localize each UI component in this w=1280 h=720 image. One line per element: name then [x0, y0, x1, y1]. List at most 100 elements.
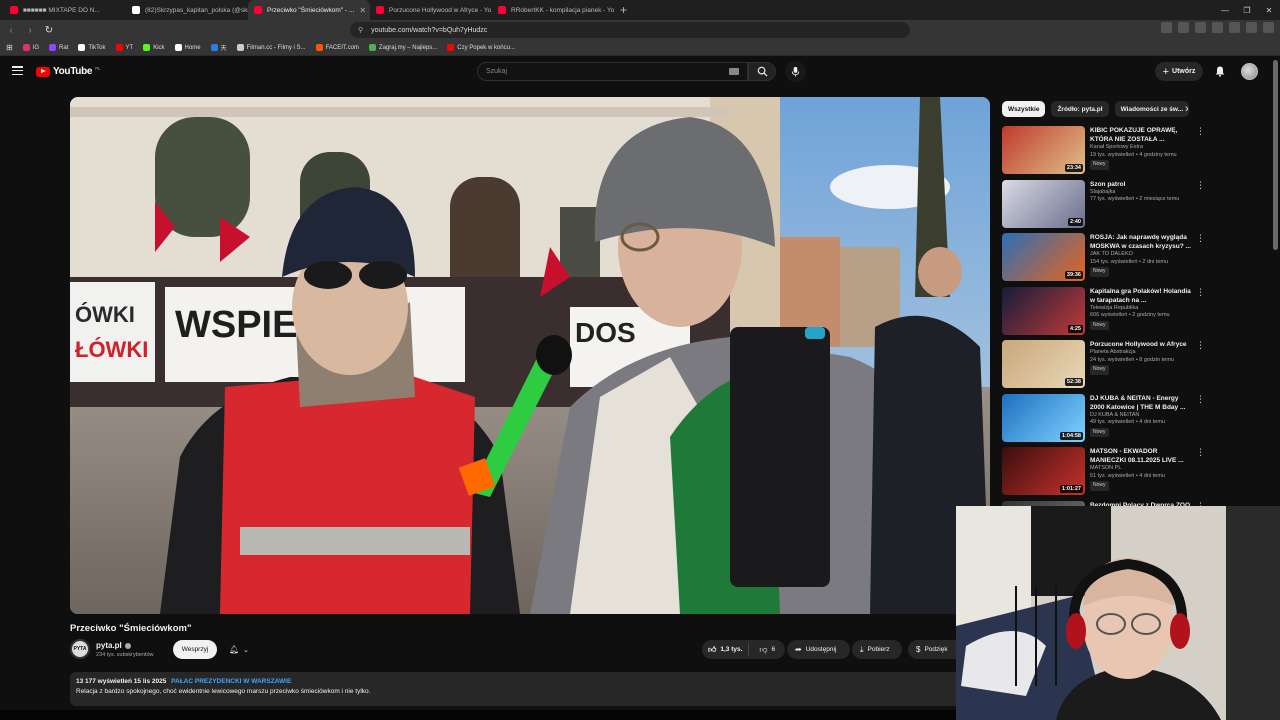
browser-tab[interactable]: ■■■■■■ MIXTAPE DO N... [4, 0, 126, 20]
recommended-meta: 49 tys. wyświetleń • 4 dni temu [1090, 419, 1165, 425]
maximize-icon[interactable]: ❐ [1236, 0, 1258, 20]
browser-tab[interactable]: (82)Skrzypas_kapitan_polska (@skrzy... [126, 0, 248, 20]
description-box[interactable]: 13 177 wyświetleń 15 lis 2025 PAŁAC PREZ… [70, 672, 970, 706]
video-thumbnail[interactable]: 1:01:27 [1002, 447, 1085, 495]
video-thumbnail[interactable]: 4:25 [1002, 286, 1085, 335]
browser-tab[interactable]: RRobertKK - kompilacja pianek - Yo... [492, 0, 614, 20]
video-thumbnail[interactable]: 1:04:58 [1002, 393, 1085, 442]
extension-icon[interactable] [1212, 22, 1223, 33]
account-avatar[interactable] [1241, 63, 1258, 80]
bookmark-favicon-icon [78, 44, 86, 51]
bookmark-favicon-icon [115, 44, 123, 51]
close-tab-icon[interactable]: ✕ [359, 6, 366, 15]
recommended-channel[interactable]: Telewizja Republika [1090, 305, 1194, 313]
recommended-channel[interactable]: Slajabajka [1090, 189, 1194, 197]
bookmarks-bar: ⊞ IG Rat TikTok YT Kick Home 天 Filman.cc - Film… [0, 40, 1280, 56]
chevron-right-icon[interactable]: › [1185, 103, 1189, 115]
search-input[interactable]: Szukaj [477, 62, 748, 81]
back-icon[interactable]: ‹ [3, 22, 19, 38]
new-tab-icon[interactable]: + [614, 3, 633, 17]
forward-icon[interactable]: › [22, 22, 38, 38]
video-duration: 2:40 [1067, 217, 1083, 226]
subscription-notifications-button[interactable]: 🔔︎ ⌄ [223, 640, 255, 659]
bookmark-item[interactable]: YT [115, 44, 133, 51]
recommended-channel[interactable]: Kanał Sportowy Extra [1090, 144, 1194, 152]
recommended-video[interactable]: 23:34 KIBIC POKAZUJE OPRAWĘ, KTÓRA NIE ZO… [1002, 126, 1205, 176]
recommended-channel[interactable]: Planeta Abstrakcja [1090, 349, 1194, 357]
bookmark-label: Czy Popek w końcu... [457, 44, 515, 51]
bookmark-label: Rat [59, 44, 69, 51]
webcam-feed-illustration [956, 506, 1280, 720]
video-thumbnail[interactable]: 23:34 [1002, 126, 1085, 174]
browser-tab[interactable]: Porzucone Hollywood w Afryce - Yo... [370, 0, 492, 20]
download-button[interactable]: ⤓ Pobierz [852, 640, 902, 659]
tab-favicon-icon [498, 6, 506, 14]
bookmark-item[interactable]: TikTok [78, 44, 106, 51]
bookmark-item[interactable]: IG [22, 44, 39, 51]
support-button[interactable]: Wesprzyj [173, 640, 217, 659]
more-options-icon[interactable]: ⋮ [1196, 447, 1205, 458]
bookmark-item[interactable]: Home [174, 44, 201, 51]
video-thumbnail[interactable]: 39:36 [1002, 233, 1085, 281]
more-options-icon[interactable]: ⋮ [1196, 180, 1205, 191]
bookmark-item[interactable]: Filman.cc - Filmy i S... [236, 44, 306, 51]
recommended-video[interactable]: 4:25 Kapitalna gra Polaków! Holandia w ta… [1002, 286, 1205, 337]
recommended-channel[interactable]: JAK TO DALEKO [1090, 251, 1194, 259]
bookmark-item[interactable]: FACEIT.com [315, 44, 359, 51]
like-dislike-group: 👍︎ 1,3 tys. 👎︎ 6 [702, 640, 785, 659]
apps-grid-icon[interactable]: ⊞ [6, 43, 13, 52]
recommended-video[interactable]: 1:04:58 DJ KUBA & NEITAN - Energy 2000 Ka… [1002, 393, 1205, 444]
video-thumbnail[interactable]: 2:40 [1002, 179, 1085, 228]
more-options-icon[interactable]: ⋮ [1196, 233, 1205, 244]
tab-favicon-icon [254, 6, 262, 14]
recommended-channel[interactable]: DJ KUBA & NEITAN [1090, 412, 1194, 420]
extension-icon[interactable] [1195, 22, 1206, 33]
search-icon [757, 66, 768, 77]
recommended-video[interactable]: 52:38 Porzucone Hollywood w Afryce Planeta… [1002, 340, 1205, 390]
extension-icon[interactable] [1246, 22, 1257, 33]
recommended-video[interactable]: 2:40 Szon patrol Slajabajka 77 tys. wyświet… [1002, 179, 1205, 230]
extension-icon[interactable] [1229, 22, 1240, 33]
like-button[interactable]: 👍︎ 1,3 tys. [702, 643, 750, 656]
voice-search-button[interactable] [785, 61, 806, 82]
keyboard-icon[interactable] [729, 68, 739, 75]
extension-icon[interactable] [1161, 22, 1172, 33]
browser-menu-icon[interactable] [1263, 22, 1274, 33]
channel-name-link[interactable]: pyta.pl [96, 641, 131, 650]
bookmark-item[interactable]: Czy Popek w końcu... [447, 44, 515, 51]
share-button[interactable]: ➦ Udostępnij [787, 640, 850, 659]
location-tag[interactable]: PAŁAC PREZYDENCKI W WARSZAWIE [171, 678, 291, 685]
video-thumbnail[interactable]: 52:38 [1002, 340, 1085, 388]
site-info-icon[interactable]: ⚲ [358, 26, 363, 34]
filter-chip[interactable]: Wiadomości ze św... [1114, 101, 1190, 117]
filter-chip[interactable]: Wszystkie [1002, 101, 1046, 117]
more-options-icon[interactable]: ⋮ [1196, 126, 1205, 137]
youtube-logo[interactable]: YouTube PL [36, 66, 101, 77]
page-scrollbar[interactable] [1273, 60, 1278, 250]
video-player[interactable]: ÓWKI ŁÓWKI WSPIER DOS [70, 97, 990, 614]
more-options-icon[interactable]: ⋮ [1196, 287, 1205, 298]
channel-avatar[interactable]: PYTA [70, 639, 90, 659]
reload-icon[interactable]: ↻ [41, 22, 57, 38]
create-button[interactable]: + Utwórz [1155, 62, 1203, 81]
bookmark-item[interactable]: Kick [143, 44, 165, 51]
bookmark-item[interactable]: 天 [210, 43, 227, 52]
filter-chip[interactable]: Źródło: pyta.pl [1051, 101, 1109, 117]
hamburger-menu-icon[interactable] [12, 66, 23, 75]
close-window-icon[interactable]: ✕ [1258, 0, 1280, 20]
url-field[interactable]: ⚲ youtube.com/watch?v=bQuh7yHudzc [350, 22, 910, 38]
bookmark-item[interactable]: Rat [49, 44, 68, 51]
minimize-icon[interactable]: — [1214, 0, 1236, 20]
extension-icon[interactable] [1178, 22, 1189, 33]
browser-tab[interactable]: Przeciwko "Śmieciówkom" - ... ✕ [248, 0, 370, 20]
tab-favicon-icon [376, 6, 384, 14]
recommended-channel[interactable]: MATSON PL [1090, 465, 1194, 473]
more-options-icon[interactable]: ⋮ [1196, 340, 1205, 351]
more-options-icon[interactable]: ⋮ [1196, 394, 1205, 405]
recommended-video[interactable]: 1:01:27 MATSON - EKWADOR MANIECZKI 08.11.… [1002, 447, 1205, 497]
search-button[interactable] [748, 62, 776, 81]
notifications-bell-icon[interactable] [1214, 65, 1226, 77]
dislike-button[interactable]: 👎︎ 6 [753, 645, 781, 655]
recommended-video[interactable]: 39:36 ROSJA: Jak naprawdę wygląda MOSKWA … [1002, 233, 1205, 283]
bookmark-item[interactable]: Zagraj.my – Najleps... [368, 44, 437, 51]
